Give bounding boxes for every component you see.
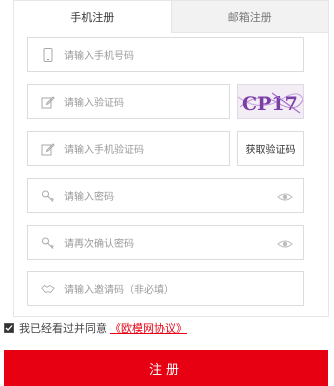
tab-email-register-label: 邮箱注册 (227, 10, 272, 24)
register-tabs: 手机注册 邮箱注册 (13, 0, 329, 33)
tab-email-register[interactable]: 邮箱注册 (171, 0, 329, 33)
phone-input[interactable]: 请输入手机号码 (27, 37, 304, 72)
edit-icon (41, 142, 55, 156)
eye-icon[interactable] (277, 236, 293, 250)
key-icon (41, 189, 55, 203)
confirm-password-placeholder: 请再次确认密码 (64, 239, 134, 250)
agreement-checkbox[interactable] (4, 323, 14, 333)
agreement-link[interactable]: 《欧模网协议》 (110, 320, 187, 336)
tab-phone-register-label: 手机注册 (70, 11, 115, 24)
register-button[interactable]: 注册 (4, 350, 328, 386)
captcha-input[interactable]: 请输入验证码 (27, 84, 230, 119)
password-placeholder: 请输入密码 (64, 192, 114, 203)
phone-icon (41, 47, 55, 62)
sms-code-placeholder: 请输入手机验证码 (64, 145, 144, 156)
key-icon (41, 236, 55, 250)
confirm-password-input[interactable]: 请再次确认密码 (27, 225, 304, 260)
captcha-text: CP17 (242, 93, 298, 115)
invite-code-input[interactable]: 请输入邀请码（非必填） (27, 271, 304, 306)
captcha-placeholder: 请输入验证码 (64, 98, 124, 109)
password-input[interactable]: 请输入密码 (27, 178, 304, 213)
phone-placeholder: 请输入手机号码 (64, 51, 134, 62)
edit-icon (41, 95, 55, 109)
invite-code-placeholder: 请输入邀请码（非必填） (64, 285, 174, 296)
agreement-text: 我已经看过并同意 (19, 322, 107, 335)
tab-phone-register[interactable]: 手机注册 (13, 0, 172, 33)
handshake-icon (41, 282, 55, 296)
sms-code-input[interactable]: 请输入手机验证码 (27, 131, 230, 166)
agreement-row: 我已经看过并同意 《欧模网协议》 (4, 320, 187, 336)
eye-icon[interactable] (277, 189, 293, 203)
get-code-button[interactable]: 获取验证码 (237, 131, 304, 166)
captcha-image[interactable]: CP17 (237, 84, 304, 119)
